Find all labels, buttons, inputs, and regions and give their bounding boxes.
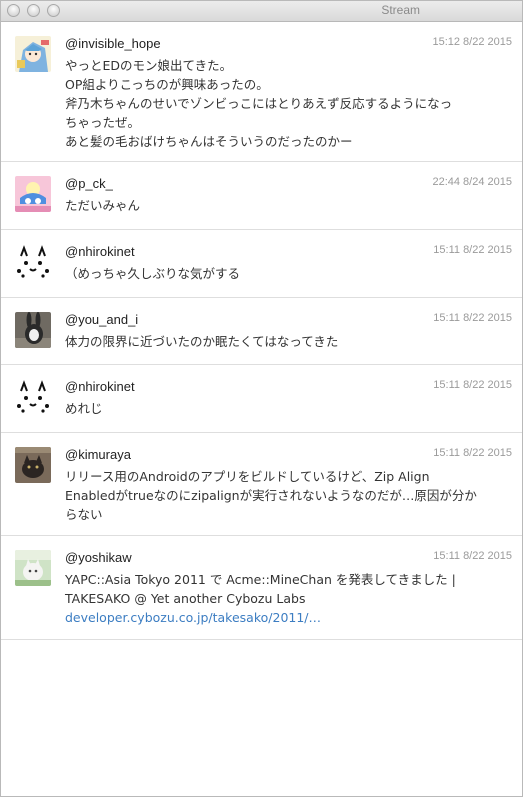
avatar[interactable] bbox=[15, 447, 51, 483]
tweet-time: 15:11 8/22 2015 bbox=[433, 379, 512, 391]
tweet-line: やっとEDのモン娘出てきた。 bbox=[65, 58, 233, 73]
close-button[interactable] bbox=[7, 4, 20, 17]
stream-window: Stream @invisible_hope 15:12 8/22 2015 や… bbox=[0, 0, 523, 797]
tweet-username[interactable]: @nhirokinet bbox=[65, 379, 135, 394]
tweet-time: 22:44 8/24 2015 bbox=[432, 176, 512, 188]
tweet-time: 15:11 8/22 2015 bbox=[433, 447, 512, 459]
tweet-text: やっとEDのモン娘出てきた。 OP組よりこっちのが興味あったの。 斧乃木ちゃんの… bbox=[65, 56, 505, 151]
tweet-line: Enabledがtrueなのにzipalignが実行されないようなのだが…原因が… bbox=[65, 488, 477, 503]
tweet-line: YAPC::Asia Tokyo 2011 で Acme::MineChan を… bbox=[65, 572, 456, 587]
tweet-line: リリース用のAndroidのアプリをビルドしているけど、Zip Align bbox=[65, 469, 430, 484]
minimize-button[interactable] bbox=[27, 4, 40, 17]
zoom-button[interactable] bbox=[47, 4, 60, 17]
tweet-line: （めっちゃ久しぶりな気がする bbox=[65, 266, 241, 281]
tweet-username[interactable]: @yoshikaw bbox=[65, 550, 132, 565]
tweet-text: （めっちゃ久しぶりな気がする bbox=[65, 264, 505, 283]
tweet-line: あと髪の毛おばけちゃんはそういうのだったのかー bbox=[65, 134, 353, 149]
tweet-username[interactable]: @invisible_hope bbox=[65, 36, 161, 51]
tweet-row[interactable]: @yoshikaw 15:11 8/22 2015 YAPC::Asia Tok… bbox=[1, 536, 522, 640]
tweet-row[interactable]: @nhirokinet 15:11 8/22 2015 めれじ bbox=[1, 365, 522, 433]
avatar[interactable] bbox=[15, 550, 51, 586]
titlebar: Stream bbox=[1, 1, 522, 22]
tweet-text: リリース用のAndroidのアプリをビルドしているけど、Zip Align En… bbox=[65, 467, 505, 524]
tweet-row[interactable]: @p_ck_ 22:44 8/24 2015 ただいみゃん bbox=[1, 162, 522, 230]
tweet-username[interactable]: @you_and_i bbox=[65, 312, 138, 327]
tweet-line: ただいみゃん bbox=[65, 198, 141, 213]
tweet-username[interactable]: @p_ck_ bbox=[65, 176, 113, 191]
tweet-line: TAKESAKO @ Yet another Cybozu Labs bbox=[65, 591, 306, 606]
avatar[interactable] bbox=[15, 379, 51, 415]
tweet-line: 体力の限界に近づいたのか眠たくてはなってきた bbox=[65, 334, 339, 349]
tweet-line: ちゃったぜ。 bbox=[65, 115, 141, 130]
tweet-line: OP組よりこっちのが興味あったの。 bbox=[65, 77, 269, 92]
tweet-text: YAPC::Asia Tokyo 2011 で Acme::MineChan を… bbox=[65, 570, 505, 627]
avatar[interactable] bbox=[15, 312, 51, 348]
tweet-row[interactable]: @nhirokinet 15:11 8/22 2015 （めっちゃ久しぶりな気が… bbox=[1, 230, 522, 298]
tweet-row[interactable]: @invisible_hope 15:12 8/22 2015 やっとEDのモン… bbox=[1, 22, 522, 162]
window-title: Stream bbox=[381, 3, 420, 17]
tweet-row[interactable]: @kimuraya 15:11 8/22 2015 リリース用のAndroidの… bbox=[1, 433, 522, 536]
avatar[interactable] bbox=[15, 244, 51, 280]
avatar[interactable] bbox=[15, 176, 51, 212]
tweet-row[interactable]: @you_and_i 15:11 8/22 2015 体力の限界に近づいたのか眠… bbox=[1, 298, 522, 365]
tweet-line: らない bbox=[65, 507, 103, 522]
tweet-time: 15:11 8/22 2015 bbox=[433, 550, 512, 562]
tweet-time: 15:12 8/22 2015 bbox=[432, 36, 512, 48]
tweet-text: ただいみゃん bbox=[65, 196, 505, 215]
tweet-username[interactable]: @kimuraya bbox=[65, 447, 131, 462]
tweet-line: 斧乃木ちゃんのせいでゾンビっこにはとりあえず反応するようになっ bbox=[65, 96, 453, 111]
tweet-text: 体力の限界に近づいたのか眠たくてはなってきた bbox=[65, 332, 505, 351]
tweet-text: めれじ bbox=[65, 399, 505, 418]
tweet-username[interactable]: @nhirokinet bbox=[65, 244, 135, 259]
tweet-list[interactable]: @invisible_hope 15:12 8/22 2015 やっとEDのモン… bbox=[1, 22, 522, 640]
avatar[interactable] bbox=[15, 36, 51, 72]
tweet-line: めれじ bbox=[65, 401, 103, 416]
tweet-time: 15:11 8/22 2015 bbox=[433, 312, 512, 324]
tweet-time: 15:11 8/22 2015 bbox=[433, 244, 512, 256]
tweet-link[interactable]: developer.cybozu.co.jp/takesako/2011/… bbox=[65, 608, 505, 627]
